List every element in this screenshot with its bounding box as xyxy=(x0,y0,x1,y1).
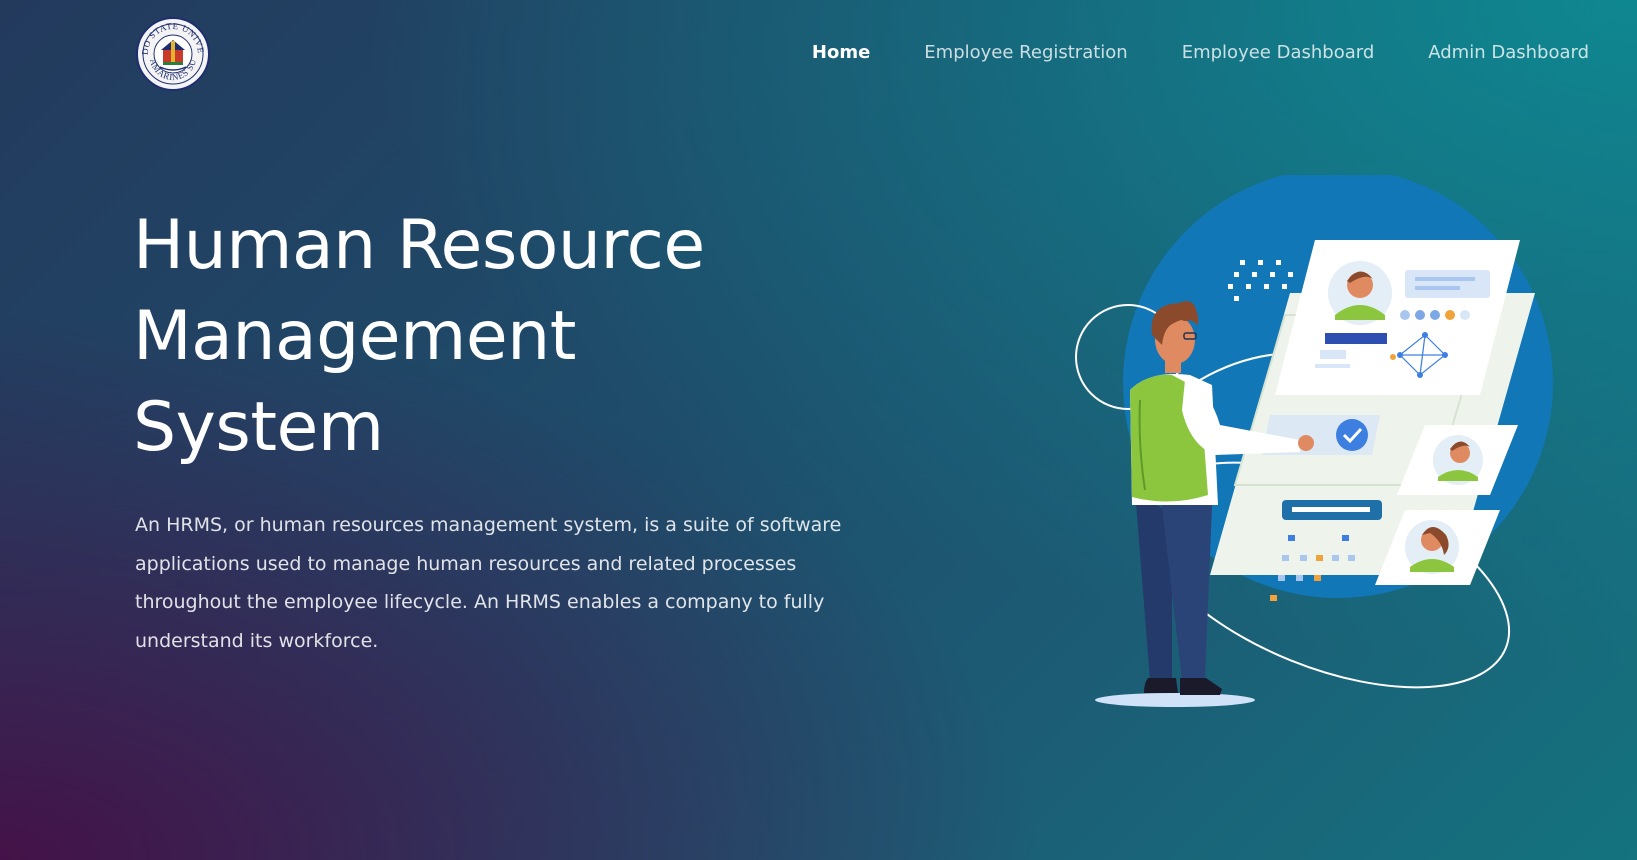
hero-title-line-1: Human Resource xyxy=(133,206,705,285)
nav-admin-dashboard[interactable]: Admin Dashboard xyxy=(1428,42,1589,63)
hr-illustration-icon xyxy=(1075,175,1553,707)
nav-employee-registration[interactable]: Employee Registration xyxy=(924,42,1127,63)
hero-title-line-2: Management xyxy=(133,297,576,376)
nav-employee-dashboard[interactable]: Employee Dashboard xyxy=(1182,42,1375,63)
university-logo[interactable]: PARTIDO STATE UNIVERSITY CAMARINES SUR xyxy=(136,17,210,91)
nav-home[interactable]: Home xyxy=(812,42,870,63)
university-seal-icon: PARTIDO STATE UNIVERSITY CAMARINES SUR xyxy=(136,17,210,91)
main-nav: Home Employee Registration Employee Dash… xyxy=(758,38,1589,66)
hero-title: Human Resource Management System xyxy=(133,200,833,473)
hero-description: An HRMS, or human resources management s… xyxy=(135,514,842,652)
hr-dashboard-illustration xyxy=(1060,175,1560,720)
hero-title-line-3: System xyxy=(133,388,384,467)
